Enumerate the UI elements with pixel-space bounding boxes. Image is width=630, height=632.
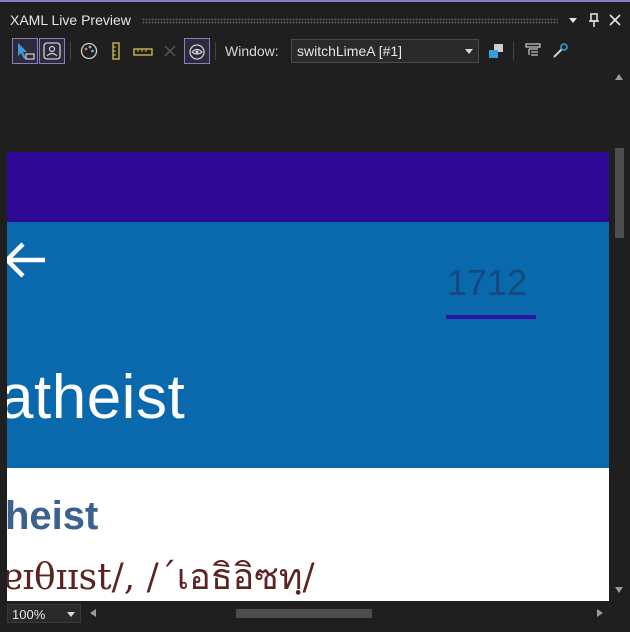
drag-grip[interactable] <box>142 18 558 24</box>
panel-title: XAML Live Preview <box>10 12 131 28</box>
scroll-up-icon[interactable] <box>615 74 623 80</box>
dropdown-arrow-icon[interactable] <box>565 12 581 28</box>
ruler-button[interactable] <box>103 38 129 64</box>
preview-toggle-button[interactable] <box>184 38 210 64</box>
chevron-down-icon <box>67 612 75 617</box>
app-definition-area: heist ɐɪθɪɪst/, /ˊเอธิอิซทฺ/ <box>7 468 609 601</box>
scroll-left-icon[interactable] <box>90 609 96 617</box>
clear-icon <box>164 45 176 57</box>
horizontal-ruler-icon <box>133 48 153 56</box>
color-contrast-icon <box>80 42 98 60</box>
title-word: atheist <box>7 363 186 432</box>
chevron-down-icon <box>465 49 473 54</box>
toolbar-separator <box>70 42 71 60</box>
panel-titlebar: XAML Live Preview <box>0 2 630 36</box>
color-contrast-button[interactable] <box>76 38 102 64</box>
preview-viewport[interactable]: 1712 atheist heist ɐɪθɪɪst/, /ˊเอธิอิซทฺ… <box>7 66 609 601</box>
window-select[interactable]: switchLimeA [#1] <box>291 39 479 63</box>
toolbar-separator <box>513 42 514 60</box>
settings-wrench-icon <box>553 43 568 58</box>
clear-button[interactable] <box>157 38 183 64</box>
vertical-scrollbar[interactable] <box>609 66 630 601</box>
preview-eye-icon <box>189 44 205 60</box>
ruler-icon <box>112 42 120 60</box>
horizontal-ruler-button[interactable] <box>130 38 156 64</box>
live-visual-tree-icon <box>525 43 541 56</box>
display-layout-adorners-icon <box>43 42 61 60</box>
app-content-banner: 1712 atheist <box>7 222 609 468</box>
detach-window-button[interactable] <box>483 38 509 64</box>
back-arrow-icon[interactable] <box>7 240 47 280</box>
close-icon[interactable] <box>607 12 623 28</box>
vertical-scroll-thumb[interactable] <box>615 148 624 238</box>
phonetic-text: ɐɪθɪɪst/, /ˊเอธิอิซทฺ/ <box>7 557 315 598</box>
scroll-down-icon[interactable] <box>615 587 623 593</box>
live-visual-tree-button[interactable] <box>520 38 546 64</box>
preview-toolbar: Window: switchLimeA [#1] <box>0 36 630 66</box>
app-header-bar <box>7 152 609 222</box>
count-underline <box>446 315 536 319</box>
zoom-value: 100% <box>12 607 46 622</box>
detach-window-icon <box>489 44 503 58</box>
select-element-button[interactable] <box>12 38 38 64</box>
count-text: 1712 <box>447 262 528 303</box>
settings-wrench-button[interactable] <box>547 38 573 64</box>
window-select-value: switchLimeA [#1] <box>297 43 403 59</box>
preview-statusbar: 100% <box>0 601 630 632</box>
horizontal-scrollbar[interactable] <box>86 604 609 623</box>
word-heading: heist <box>7 494 99 538</box>
zoom-select[interactable]: 100% <box>7 604 81 623</box>
horizontal-scroll-thumb[interactable] <box>236 609 372 618</box>
scroll-right-icon[interactable] <box>597 609 603 617</box>
toolbar-separator <box>215 42 216 60</box>
select-element-icon <box>18 43 35 60</box>
layout-adorners-button[interactable] <box>39 38 65 64</box>
pin-icon[interactable] <box>586 12 602 28</box>
window-label: Window: <box>225 43 279 59</box>
